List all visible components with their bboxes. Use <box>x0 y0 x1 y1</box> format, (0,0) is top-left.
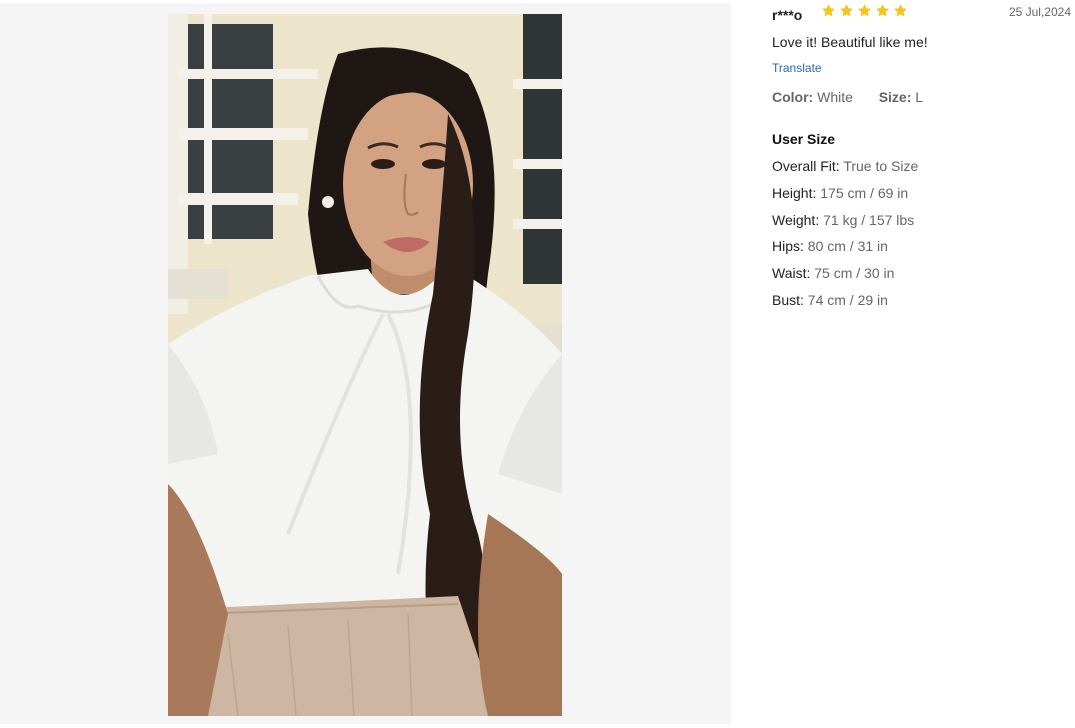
translate-link[interactable]: Translate <box>772 61 822 75</box>
metric-hips: Hips: 80 cm / 31 in <box>772 237 918 264</box>
star-icon <box>840 4 853 17</box>
metric-value: 175 cm / 69 in <box>820 184 909 201</box>
metric-label: Weight: <box>772 211 820 228</box>
metric-label: Hips: <box>772 238 804 255</box>
review-date: 25 Jul,2024 <box>1008 5 1071 19</box>
review-photo-image <box>168 14 562 716</box>
metric-label: Height: <box>772 184 817 201</box>
star-icon <box>894 4 907 17</box>
metric-label: Waist: <box>772 265 811 282</box>
metric-value: 71 kg / 157 lbs <box>823 211 915 228</box>
review-details: r***o 25 Jul,2024 Love it! Beautiful lik… <box>772 0 1075 728</box>
star-icon <box>876 4 889 17</box>
size-label: Size: <box>878 89 912 105</box>
metric-value: 80 cm / 31 in <box>807 238 888 255</box>
metric-value: True to Size <box>843 158 919 174</box>
user-size-title: User Size <box>772 131 836 147</box>
review-photo[interactable] <box>168 14 562 716</box>
metric-overall-fit: Overall Fit: True to Size <box>772 157 918 184</box>
color-value: White <box>817 89 853 105</box>
user-size-list: Overall Fit: True to Size Height: 175 cm… <box>772 157 918 318</box>
size-value: L <box>915 89 924 105</box>
metric-weight: Weight: 71 kg / 157 lbs <box>772 211 918 238</box>
star-icon <box>858 4 871 17</box>
reviewer-name: r***o <box>772 7 803 23</box>
metric-label: Overall Fit: <box>772 158 840 174</box>
metric-value: 75 cm / 30 in <box>814 265 895 282</box>
purchase-attributes: Color: White Size: L <box>772 89 923 105</box>
metric-label: Bust: <box>772 291 804 308</box>
metric-value: 74 cm / 29 in <box>807 291 888 308</box>
metric-waist: Waist: 75 cm / 30 in <box>772 264 918 291</box>
color-label: Color: <box>772 89 814 105</box>
review-header: r***o 25 Jul,2024 <box>772 2 1075 24</box>
rating-stars <box>821 3 908 18</box>
review-comment: Love it! Beautiful like me! <box>772 34 928 50</box>
metric-bust: Bust: 74 cm / 29 in <box>772 291 918 318</box>
star-icon <box>822 4 835 17</box>
metric-height: Height: 175 cm / 69 in <box>772 184 918 211</box>
review-photo-panel <box>0 3 731 724</box>
